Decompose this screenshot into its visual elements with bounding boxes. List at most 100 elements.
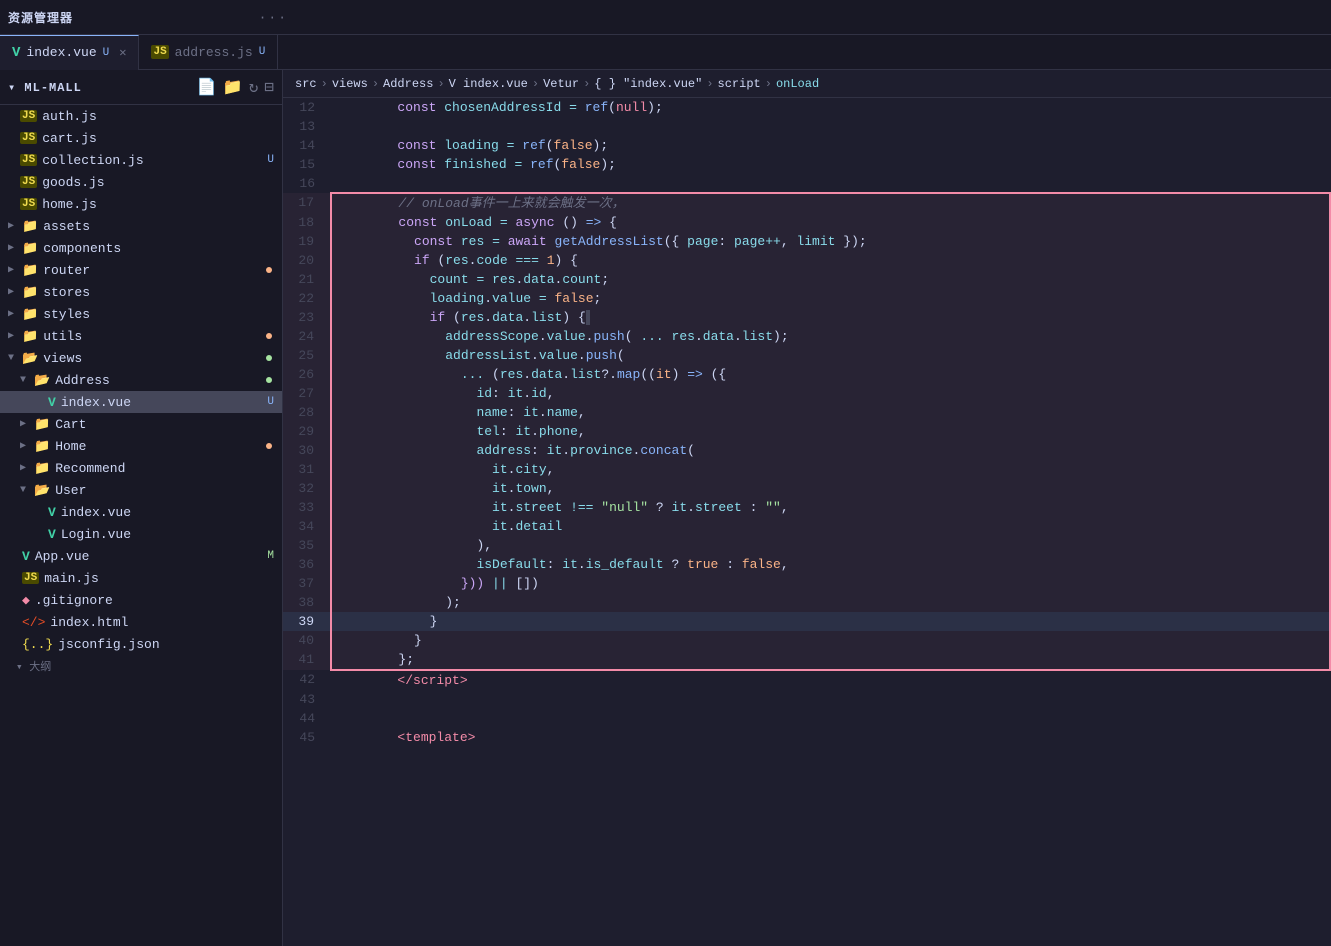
sidebar-item-utils[interactable]: ▶ 📁 utils	[0, 325, 282, 347]
sidebar-item-components[interactable]: ▶ 📁 components	[0, 237, 282, 259]
more-options-icon[interactable]: ···	[259, 10, 288, 25]
folder-open-icon: 📂	[34, 483, 50, 498]
sidebar-label: main.js	[44, 571, 99, 586]
line-code: </script>	[331, 670, 1330, 690]
line-code: it.town,	[331, 479, 1330, 498]
sidebar-item-jsconfig[interactable]: {..} jsconfig.json	[0, 633, 282, 655]
line-number: 19	[283, 232, 331, 251]
line-code: );	[331, 593, 1330, 612]
line-43: 43	[283, 690, 1330, 709]
line-number: 26	[283, 365, 331, 384]
line-code: loading.value = false;	[331, 289, 1330, 308]
tab-index-vue[interactable]: V index.vue U ✕	[0, 35, 139, 70]
bc-src: src	[295, 77, 317, 91]
sidebar-item-assets[interactable]: ▶ 📁 assets	[0, 215, 282, 237]
sep5: ›	[583, 77, 590, 91]
tab-label-address-js: address.js	[175, 45, 253, 60]
line-13: 13	[283, 117, 1330, 136]
tab-address-js[interactable]: JS address.js U	[139, 35, 278, 70]
sidebar-item-index-html[interactable]: </> index.html	[0, 611, 282, 633]
line-code: const res = await getAddressList({ page:…	[331, 232, 1330, 251]
refresh-icon[interactable]: ↻	[249, 77, 259, 97]
bc-index-vue: V index.vue	[449, 77, 528, 91]
line-number: 42	[283, 670, 331, 690]
folder-icon: 📁	[22, 219, 38, 234]
title-bar: 资源管理器 ···	[0, 0, 1331, 35]
code-area[interactable]: 12 const chosenAddressId = ref(null); 13…	[283, 98, 1331, 946]
line-code: addressList.value.push(	[331, 346, 1330, 365]
new-file-icon[interactable]: 📄	[197, 77, 217, 97]
line-code: tel: it.phone,	[331, 422, 1330, 441]
badge-dot	[266, 333, 272, 339]
sidebar-item-user[interactable]: ▼ 📂 User	[0, 479, 282, 501]
sidebar-item-cart[interactable]: JS cart.js	[0, 127, 282, 149]
arrow-icon: ▶	[20, 418, 30, 430]
sidebar-item-gitignore[interactable]: ◆ .gitignore	[0, 589, 282, 611]
sidebar-item-auth[interactable]: JS auth.js	[0, 105, 282, 127]
line-code: const onLoad = async () => {	[331, 213, 1330, 232]
js-icon: JS	[151, 45, 168, 59]
folder-open-icon: 📂	[34, 373, 50, 388]
sidebar-item-stores[interactable]: ▶ 📁 stores	[0, 281, 282, 303]
line-28: 28 name: it.name,	[283, 403, 1330, 422]
sidebar-label: stores	[43, 285, 90, 300]
bc-views: views	[332, 77, 368, 91]
line-number: 16	[283, 174, 331, 193]
sidebar-item-collection[interactable]: JS collection.js U	[0, 149, 282, 171]
tab-close-icon[interactable]: ✕	[119, 45, 126, 60]
sidebar-label: jsconfig.json	[58, 637, 159, 652]
sidebar-item-home-js[interactable]: JS home.js	[0, 193, 282, 215]
line-code: })) || [])	[331, 574, 1330, 593]
folder-icon: 📁	[22, 263, 38, 278]
sidebar-label: index.vue	[61, 505, 131, 520]
sidebar-label: home.js	[42, 197, 97, 212]
sidebar-label: Login.vue	[61, 527, 131, 542]
line-code: addressScope.value.push( ... res.data.li…	[331, 327, 1330, 346]
sidebar-item-views[interactable]: ▼ 📂 views	[0, 347, 282, 369]
line-27: 27 id: it.id,	[283, 384, 1330, 403]
sidebar-item-cart-folder[interactable]: ▶ 📁 Cart	[0, 413, 282, 435]
arrow-icon: ▼	[20, 485, 30, 496]
line-number: 34	[283, 517, 331, 536]
sidebar-item-login-vue[interactable]: V Login.vue	[0, 523, 282, 545]
js-icon: JS	[20, 176, 37, 188]
collapse-icon[interactable]: ⊟	[264, 77, 274, 97]
line-20: 20 if (res.code === 1) {	[283, 251, 1330, 270]
badge-dot-green2	[266, 377, 272, 383]
line-19: 19 const res = await getAddressList({ pa…	[283, 232, 1330, 251]
sidebar-label: components	[43, 241, 121, 256]
new-folder-icon[interactable]: 📁	[223, 77, 243, 97]
sidebar-item-recommend[interactable]: ▶ 📁 Recommend	[0, 457, 282, 479]
line-23: 23 if (res.data.list) {​	[283, 308, 1330, 327]
arrow-icon: ▶	[20, 462, 30, 474]
line-code: it.detail	[331, 517, 1330, 536]
line-code: if (res.data.list) {​	[331, 308, 1330, 327]
line-15: 15 const finished = ref(false);	[283, 155, 1330, 174]
js-icon: JS	[22, 572, 39, 584]
badge-u: U	[267, 396, 274, 408]
js-icon: JS	[20, 132, 37, 144]
badge-dot-green	[266, 355, 272, 361]
sidebar-item-goods[interactable]: JS goods.js	[0, 171, 282, 193]
sidebar-item-styles[interactable]: ▶ 📁 styles	[0, 303, 282, 325]
line-number: 27	[283, 384, 331, 403]
line-number: 12	[283, 98, 331, 117]
bc-object: { } "index.vue"	[594, 77, 702, 91]
folder-icon: 📁	[22, 307, 38, 322]
bc-script: script	[718, 77, 761, 91]
explorer-section: 资源管理器 ···	[8, 9, 288, 26]
tab-label-index-vue: index.vue	[26, 45, 96, 60]
sidebar-item-app-vue[interactable]: V App.vue M	[0, 545, 282, 567]
sidebar-label: User	[55, 483, 86, 498]
line-code: address: it.province.concat(	[331, 441, 1330, 460]
line-33: 33 it.street !== "null" ? it.street : ""…	[283, 498, 1330, 517]
sidebar-item-user-index[interactable]: V index.vue	[0, 501, 282, 523]
sidebar-item-index-vue[interactable]: V index.vue U	[0, 391, 282, 413]
line-number: 21	[283, 270, 331, 289]
sidebar-item-router[interactable]: ▶ 📁 router	[0, 259, 282, 281]
sidebar-item-address-folder[interactable]: ▼ 📂 Address	[0, 369, 282, 391]
line-code: // onLoad事件一上来就会触发一次，	[331, 193, 1330, 213]
sidebar-item-home-folder[interactable]: ▶ 📁 Home	[0, 435, 282, 457]
sidebar-item-main-js[interactable]: JS main.js	[0, 567, 282, 589]
arrow-icon: ▶	[8, 286, 18, 298]
